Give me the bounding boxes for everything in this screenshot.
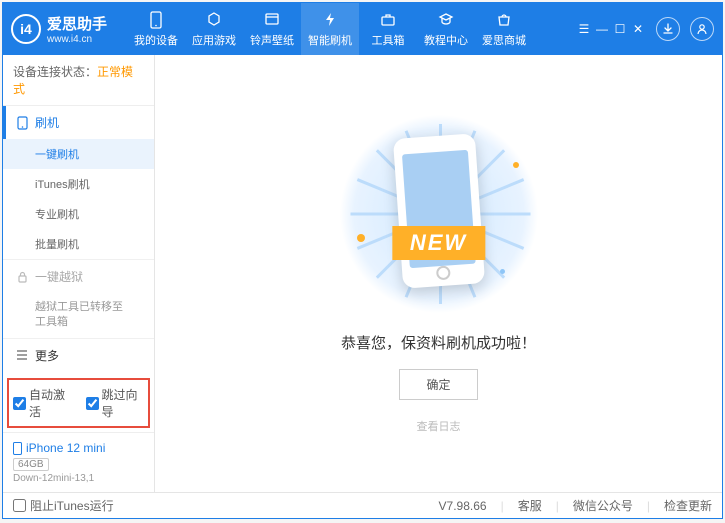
phone-small-icon [13,442,22,455]
sidebar-group-jailbreak[interactable]: 一键越狱 [3,260,154,293]
check-update-link[interactable]: 检查更新 [664,497,712,514]
close-button[interactable]: ✕ [630,22,646,36]
device-name: iPhone 12 mini [13,441,144,455]
app-window: i4 爱思助手 www.i4.cn 我的设备应用游戏铃声壁纸智能刷机工具箱教程中… [2,2,723,519]
success-message: 恭喜您，保资料刷机成功啦！ [341,332,536,353]
minimize-button[interactable]: — [594,22,610,36]
sidebar-item[interactable]: 专业刷机 [3,199,154,229]
jailbreak-note: 越狱工具已转移至工具箱 [3,293,154,338]
logo-icon: i4 [11,14,41,44]
service-link[interactable]: 客服 [518,497,542,514]
nav-apps[interactable]: 应用游戏 [185,3,243,55]
sidebar-item[interactable]: iTunes刷机 [3,169,154,199]
phone-illustration-icon [392,133,484,288]
success-illustration: NEW [339,114,539,314]
device-panel[interactable]: iPhone 12 mini 64GB Down-12mini-13,1 [3,432,154,492]
app-logo: i4 爱思助手 www.i4.cn [11,13,107,45]
flash-icon [320,11,340,29]
maximize-button[interactable]: ☐ [612,22,628,36]
window-controls: ☰ — ☐ ✕ [576,22,646,36]
footer: 阻止iTunes运行 V7.98.66 | 客服 | 微信公众号 | 检查更新 [3,492,722,518]
options-highlight: 自动激活 跳过向导 [7,378,150,428]
nav-edu[interactable]: 教程中心 [417,3,475,55]
sidebar-group-flash[interactable]: 刷机 [3,106,154,139]
connection-status: 设备连接状态：正常模式 [3,55,154,106]
sidebar-item[interactable]: 批量刷机 [3,229,154,259]
nav-toolbox[interactable]: 工具箱 [359,3,417,55]
new-ribbon: NEW [392,226,485,260]
download-icon[interactable] [656,17,680,41]
version-label: V7.98.66 [439,499,487,513]
auto-activate-checkbox[interactable]: 自动激活 [13,386,72,420]
view-log-link[interactable]: 查看日志 [417,418,461,434]
settings-icon[interactable]: ☰ [576,22,592,36]
sidebar: 设备连接状态：正常模式 刷机 一键刷机iTunes刷机专业刷机批量刷机 [3,55,155,492]
toolbox-icon [378,11,398,29]
titlebar: i4 爱思助手 www.i4.cn 我的设备应用游戏铃声壁纸智能刷机工具箱教程中… [3,3,722,55]
device-capacity: 64GB [13,458,49,471]
lock-icon [15,271,29,283]
nav-music[interactable]: 铃声壁纸 [243,3,301,55]
music-icon [262,11,282,29]
app-url: www.i4.cn [47,34,107,45]
store-icon [494,11,514,29]
wechat-link[interactable]: 微信公众号 [573,497,633,514]
sidebar-item[interactable]: 其他工具 [3,372,154,374]
nav-flash[interactable]: 智能刷机 [301,3,359,55]
main-content: NEW 恭喜您，保资料刷机成功啦！ 确定 查看日志 [155,55,722,492]
phone-icon [15,116,29,130]
app-name: 爱思助手 [47,13,107,34]
nav-phone[interactable]: 我的设备 [127,3,185,55]
ok-button[interactable]: 确定 [399,369,477,400]
skip-guide-checkbox[interactable]: 跳过向导 [86,386,145,420]
block-itunes-checkbox[interactable]: 阻止iTunes运行 [13,497,114,514]
menu-icon [15,350,29,360]
apps-icon [204,11,224,29]
user-icon[interactable] [690,17,714,41]
nav-store[interactable]: 爱思商城 [475,3,533,55]
phone-icon [146,11,166,29]
top-nav: 我的设备应用游戏铃声壁纸智能刷机工具箱教程中心爱思商城 [127,3,533,55]
edu-icon [436,11,456,29]
sidebar-group-more[interactable]: 更多 [3,339,154,372]
device-firmware: Down-12mini-13,1 [13,473,144,484]
sidebar-item[interactable]: 一键刷机 [3,139,154,169]
